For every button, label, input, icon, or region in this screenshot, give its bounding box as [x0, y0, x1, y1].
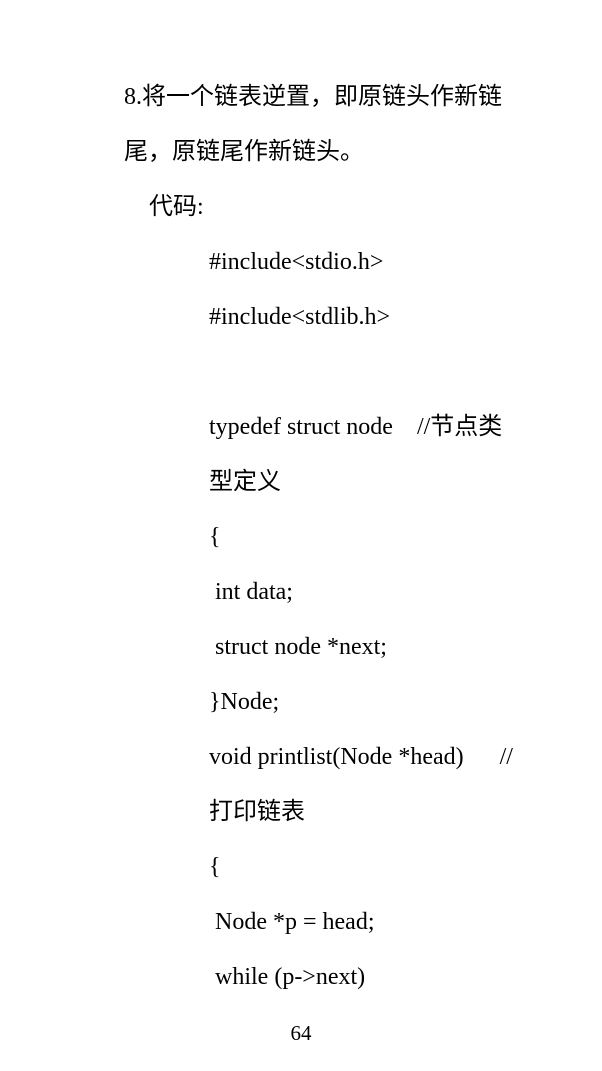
code-line: }Node; — [209, 689, 280, 715]
code-line: 打印链表 — [209, 799, 305, 825]
code-line: #include<stdlib.h> — [209, 304, 391, 330]
code-line: int data; — [209, 579, 293, 605]
code-label: 代码: — [149, 194, 204, 220]
code-line: { — [209, 524, 221, 550]
code-line: { — [209, 854, 221, 880]
code-line: Node *p = head; — [209, 909, 375, 935]
code-line: void printlist(Node *head) // — [209, 744, 513, 770]
code-line: typedef struct node //节点类 — [209, 414, 503, 440]
problem-statement-line-2: 尾，原链尾作新链头。 — [124, 139, 364, 165]
problem-statement-line-1: 8.将一个链表逆置，即原链头作新链 — [124, 84, 502, 110]
page-number: 64 — [290, 1021, 312, 1045]
code-line: while (p->next) — [209, 964, 366, 990]
code-line: #include<stdio.h> — [209, 249, 384, 275]
code-line: 型定义 — [209, 469, 281, 495]
code-line: struct node *next; — [209, 634, 387, 660]
